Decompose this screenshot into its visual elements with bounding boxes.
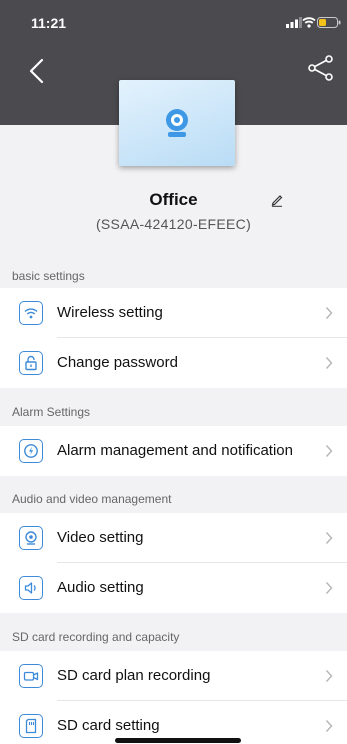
camera-device-icon bbox=[166, 109, 188, 137]
audio-setting-item[interactable]: Audio setting bbox=[0, 563, 347, 613]
sd-card-plan-recording-item[interactable]: SD card plan recording bbox=[0, 651, 347, 701]
section-audio-video: Audio and video management bbox=[0, 485, 347, 513]
wireless-setting-item[interactable]: Wireless setting bbox=[0, 288, 347, 338]
section-alarm-settings: Alarm Settings bbox=[0, 398, 347, 426]
chevron-right-icon bbox=[325, 582, 333, 594]
speaker-icon bbox=[19, 576, 43, 600]
video-record-icon bbox=[19, 664, 43, 688]
back-button[interactable] bbox=[26, 56, 48, 86]
device-id: (SSAA-424120-EFEEC) bbox=[95, 216, 252, 232]
sd-card-plan-recording-label: SD card plan recording bbox=[57, 667, 211, 684]
change-password-label: Change password bbox=[57, 354, 178, 371]
chevron-right-icon bbox=[325, 357, 333, 369]
wifi-status-icon bbox=[302, 17, 316, 28]
lock-icon bbox=[19, 351, 43, 375]
section-sd-card: SD card recording and capacity bbox=[0, 623, 347, 651]
alarm-icon bbox=[19, 439, 43, 463]
chevron-right-icon bbox=[325, 670, 333, 682]
home-indicator[interactable] bbox=[115, 738, 241, 743]
sd-card-icon bbox=[19, 714, 43, 738]
video-setting-item[interactable]: Video setting bbox=[0, 513, 347, 563]
chevron-right-icon bbox=[325, 445, 333, 457]
webcam-icon bbox=[19, 526, 43, 550]
status-bar: 11:21 bbox=[0, 0, 347, 44]
change-password-item[interactable]: Change password bbox=[0, 338, 347, 388]
chevron-right-icon bbox=[325, 307, 333, 319]
wireless-setting-label: Wireless setting bbox=[57, 304, 163, 321]
wifi-icon bbox=[19, 301, 43, 325]
alarm-management-label: Alarm management and notification bbox=[57, 442, 293, 459]
chevron-right-icon bbox=[325, 720, 333, 732]
camera-thumbnail[interactable] bbox=[119, 80, 235, 166]
video-setting-label: Video setting bbox=[57, 529, 144, 546]
alarm-management-item[interactable]: Alarm management and notification bbox=[0, 426, 347, 476]
edit-name-button[interactable] bbox=[270, 193, 284, 207]
chevron-right-icon bbox=[325, 532, 333, 544]
share-button[interactable] bbox=[306, 55, 334, 81]
status-time: 11:21 bbox=[31, 15, 67, 31]
audio-setting-label: Audio setting bbox=[57, 579, 144, 596]
device-name: Office bbox=[149, 190, 198, 209]
cellular-signal-icon bbox=[286, 17, 302, 28]
battery-icon bbox=[317, 17, 341, 28]
section-basic-settings: basic settings bbox=[0, 262, 347, 290]
